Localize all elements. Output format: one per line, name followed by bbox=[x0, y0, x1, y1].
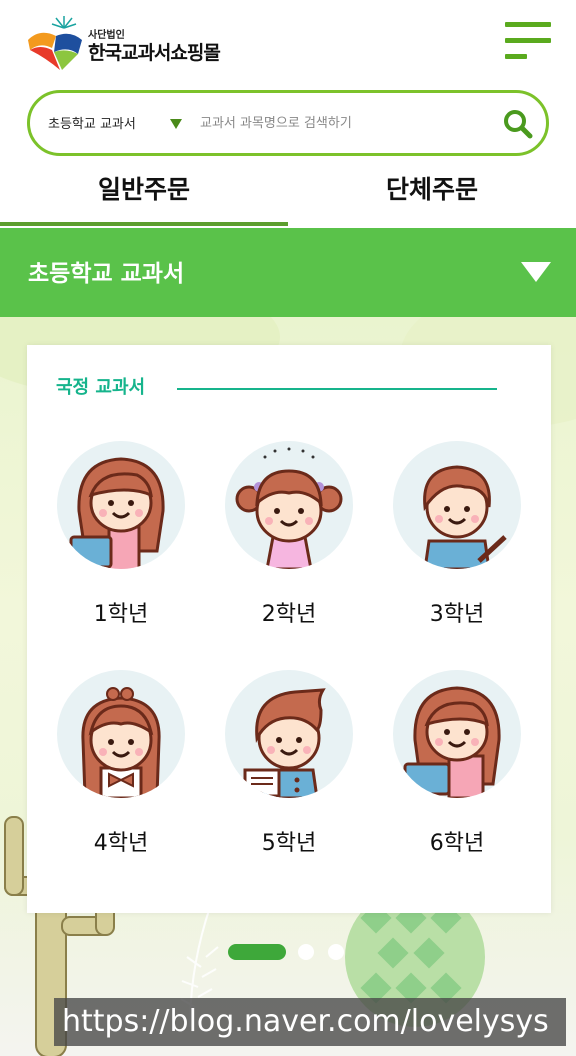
grade-2-button[interactable]: 2학년 bbox=[219, 441, 359, 641]
grade-1-button[interactable]: 1학년 bbox=[51, 441, 191, 641]
search-category-label: 초등학교 교과서 bbox=[48, 117, 136, 132]
card-heading: 국정 교과서 bbox=[56, 377, 146, 398]
search-category-select[interactable]: 초등학교 교과서 bbox=[48, 113, 188, 135]
grade-label: 5학년 bbox=[261, 831, 317, 856]
book-logo-icon bbox=[28, 16, 82, 70]
girl-pigtails-icon bbox=[235, 447, 343, 569]
pagination-dot-active[interactable] bbox=[228, 944, 286, 960]
grade-3-button[interactable]: 3학년 bbox=[387, 441, 527, 641]
hamburger-menu-button[interactable] bbox=[505, 22, 551, 62]
girl-bow-icon bbox=[81, 687, 161, 798]
grade-label: 3학년 bbox=[429, 602, 485, 627]
search-input[interactable] bbox=[200, 107, 490, 139]
avatar bbox=[225, 670, 353, 798]
girl-tablet-icon bbox=[403, 686, 501, 798]
tab-general-order[interactable]: 일반주문 bbox=[0, 160, 288, 226]
menu-bar-bottom bbox=[505, 54, 527, 59]
menu-bar-middle bbox=[505, 38, 551, 43]
boy-book-icon bbox=[243, 688, 326, 798]
grade-label: 6학년 bbox=[429, 831, 485, 856]
category-title: 초등학교 교과서 bbox=[28, 261, 185, 287]
order-tabs: 일반주문 단체주문 bbox=[0, 160, 576, 230]
blog-url-watermark: https://blog.naver.com/lovelysys bbox=[54, 998, 566, 1046]
search-button[interactable] bbox=[500, 106, 536, 142]
logo[interactable]: 사단법인 한국교과서쇼핑몰 bbox=[26, 14, 226, 72]
logo-title: 한국교과서쇼핑몰 bbox=[88, 42, 221, 64]
category-dropdown[interactable]: 초등학교 교과서 bbox=[0, 228, 576, 317]
heading-divider bbox=[177, 388, 497, 390]
pagination-dot[interactable] bbox=[298, 944, 314, 960]
grade-label: 4학년 bbox=[93, 831, 149, 856]
triangle-down-icon bbox=[170, 119, 182, 129]
grade-label: 2학년 bbox=[261, 602, 317, 627]
avatar bbox=[393, 670, 521, 798]
menu-bar-top bbox=[505, 22, 551, 27]
carousel-pagination bbox=[228, 942, 368, 962]
grade-4-button[interactable]: 4학년 bbox=[51, 670, 191, 870]
grade-6-button[interactable]: 6학년 bbox=[387, 670, 527, 870]
grade-5-button[interactable]: 5학년 bbox=[219, 670, 359, 870]
search-bar: 초등학교 교과서 bbox=[27, 90, 549, 156]
header: 사단법인 한국교과서쇼핑몰 bbox=[0, 0, 576, 80]
grade-label: 1학년 bbox=[93, 602, 149, 627]
tab-group-order[interactable]: 단체주문 bbox=[288, 160, 576, 226]
avatar bbox=[57, 441, 185, 569]
pagination-dot[interactable] bbox=[328, 944, 344, 960]
boy-pencil-icon bbox=[423, 465, 507, 569]
triangle-down-icon bbox=[521, 262, 551, 282]
avatar bbox=[57, 670, 185, 798]
avatar bbox=[225, 441, 353, 569]
search-icon bbox=[504, 110, 533, 139]
girl-laptop-icon bbox=[69, 457, 165, 569]
tab-active-indicator bbox=[0, 222, 288, 226]
avatar bbox=[393, 441, 521, 569]
textbook-card: 국정 교과서 1학년 2학년 3학년 4학년 5학년 6학년 bbox=[27, 345, 551, 913]
